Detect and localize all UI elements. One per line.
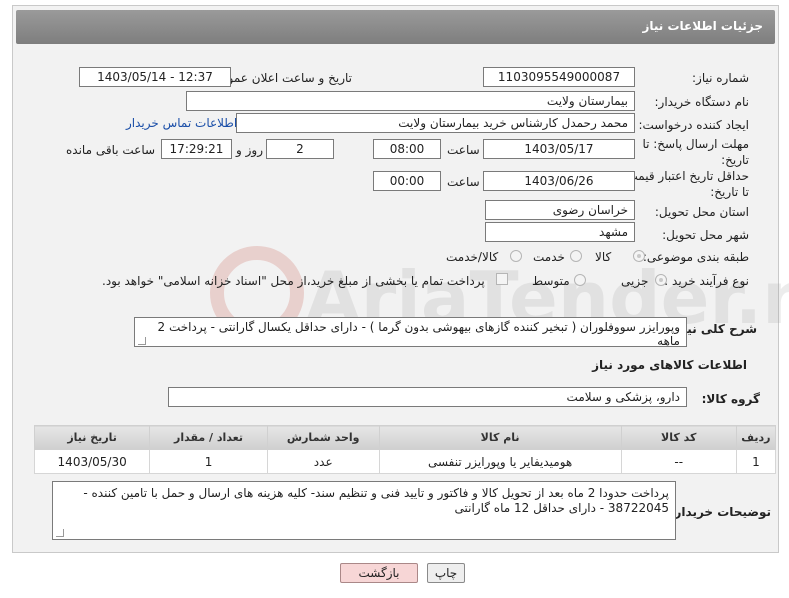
header-bar: جزئیات اطلاعات نیاز <box>16 10 775 44</box>
col-header-quantity: تعداد / مقدار <box>149 425 268 450</box>
cell-quantity: 1 <box>149 449 268 474</box>
cell-need-date: 1403/05/30 <box>33 449 151 474</box>
cell-row-number: 1 <box>735 449 777 474</box>
goods-group-field: دارو، پزشکی و سلامت <box>168 387 687 407</box>
process-radio-medium[interactable] <box>574 274 586 286</box>
price-validity-time: 00:00 <box>373 171 441 191</box>
process-option-medium: متوسط <box>532 274 570 288</box>
process-radio-minor[interactable] <box>655 274 667 286</box>
col-header-item-code: کد کالا <box>620 425 737 450</box>
announce-datetime-field: 1403/05/14 - 12:37 <box>79 67 231 87</box>
goods-group-label: گروه کالا: <box>701 392 760 406</box>
treasury-payment-note: پرداخت تمام یا بخشی از مبلغ خرید،از محل … <box>102 274 485 288</box>
requester-label: ایجاد کننده درخواست: <box>638 118 749 132</box>
price-validity-label: حداقل تاریخ اعتبار قیمت: تا تاریخ: <box>622 169 749 199</box>
city-field: مشهد <box>485 222 635 242</box>
treasury-payment-checkbox[interactable] <box>496 273 508 285</box>
reply-deadline-date: 1403/05/17 <box>483 139 635 159</box>
price-validity-time-label: ساعت <box>447 175 480 189</box>
category-option-goods-service: کالا/خدمت <box>446 250 499 264</box>
buyer-org-label: نام دستگاه خریدار: <box>654 95 750 109</box>
buyer-org-field: بیمارستان ولایت <box>186 91 635 111</box>
process-option-minor: جزیی <box>621 274 649 288</box>
reply-deadline-label: مهلت ارسال پاسخ: تا تاریخ: <box>642 137 749 167</box>
need-number-field: 1103095549000087 <box>483 67 635 87</box>
back-button[interactable]: بازگشت <box>340 563 418 583</box>
days-label: روز و <box>236 143 263 157</box>
cell-item-name: هومیدیفایر یا وپورایزر تنفسی <box>378 449 622 474</box>
col-header-row-number: ردیف <box>735 425 777 450</box>
city-label: شهر محل تحویل: <box>662 228 749 242</box>
cell-unit: عدد <box>266 449 380 474</box>
category-radio-goods[interactable] <box>633 250 645 262</box>
goods-table: ردیف کد کالا نام کالا واحد شمارش تعداد /… <box>33 425 777 474</box>
province-label: استان محل تحویل: <box>654 205 749 219</box>
goods-section-title: اطلاعات کالاهای مورد نیاز <box>592 358 747 372</box>
category-label: طبقه بندی موضوعی: <box>642 250 749 264</box>
buyer-contact-link[interactable]: اطلاعات تماس خریدار <box>126 116 237 130</box>
buyer-notes-label: توضیحات خریدار: <box>669 505 771 519</box>
category-radio-service[interactable] <box>570 250 582 262</box>
reply-time-label: ساعت <box>447 143 480 157</box>
col-header-unit: واحد شمارش <box>266 425 380 450</box>
table-row: 1 -- هومیدیفایر یا وپورایزر تنفسی عدد 1 … <box>33 449 777 474</box>
need-number-label: شماره نیاز: <box>692 71 749 85</box>
print-button[interactable]: چاپ <box>427 563 465 583</box>
category-radio-goods-service[interactable] <box>510 250 522 262</box>
col-header-need-date: تاریخ نیاز <box>33 425 151 450</box>
reply-deadline-time: 08:00 <box>373 139 441 159</box>
notes-resize-handle[interactable] <box>56 529 64 537</box>
days-remaining-field: 2 <box>266 139 334 159</box>
buyer-notes-field: پرداخت حدودا 2 ماه بعد از تحویل کالا و ف… <box>52 481 676 540</box>
goods-table-header-row: ردیف کد کالا نام کالا واحد شمارش تعداد /… <box>33 425 777 450</box>
col-header-item-name: نام کالا <box>378 425 622 450</box>
time-remaining-label: ساعت باقی مانده <box>66 143 156 157</box>
time-remaining-field: 17:29:21 <box>161 139 232 159</box>
process-type-label: نوع فرآیند خرید : <box>664 274 749 288</box>
summary-resize-handle[interactable] <box>138 337 146 345</box>
category-option-service: خدمت <box>533 250 565 264</box>
page-title: جزئیات اطلاعات نیاز <box>642 19 763 33</box>
cell-item-code: -- <box>620 449 737 474</box>
requester-field: محمد رحمدل کارشناس خرید بیمارستان ولایت <box>236 113 635 133</box>
price-validity-date: 1403/06/26 <box>483 171 635 191</box>
category-option-goods: کالا <box>595 250 612 264</box>
summary-field: وپورایزر سووفلوران ( تبخیر کننده گازهای … <box>134 317 687 347</box>
province-field: خراسان رضوی <box>485 200 635 220</box>
